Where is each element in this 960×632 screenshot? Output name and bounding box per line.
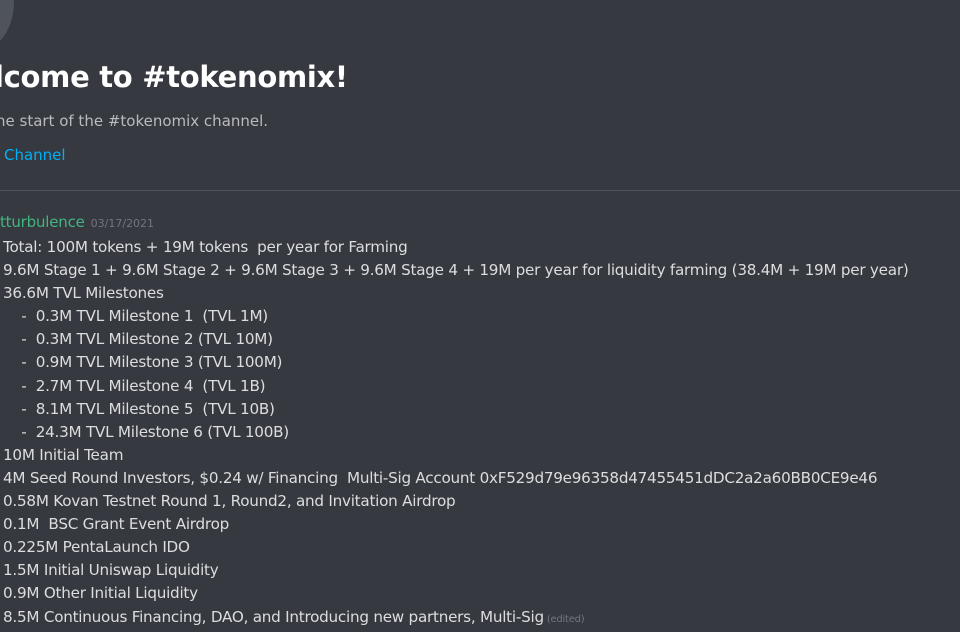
- message-line: 0.9M Other Initial Liquidity: [3, 584, 198, 603]
- welcome-subtitle: he start of the #tokenomix channel.: [0, 112, 269, 130]
- message-line: 1.5M Initial Uniswap Liquidity: [3, 561, 219, 580]
- message-line: 9.6M Stage 1 + 9.6M Stage 2 + 9.6M Stage…: [3, 261, 909, 280]
- message-line-text: 8.5M Continuous Financing, DAO, and Intr…: [3, 607, 544, 626]
- message-timestamp: 03/17/2021: [90, 217, 155, 230]
- message-line: 0.58M Kovan Testnet Round 1, Round2, and…: [3, 492, 456, 511]
- message-line: Total: 100M tokens + 19M tokens per year…: [3, 238, 408, 256]
- message-line: 4M Seed Round Investors, $0.24 w/ Financ…: [3, 468, 878, 487]
- message-line: - 0.3M TVL Milestone 1 (TVL 1M): [3, 307, 268, 326]
- divider: [0, 190, 960, 191]
- message-header: tturbulence 03/17/2021: [0, 212, 154, 231]
- message-content: Total: 100M tokens + 19M tokens per year…: [3, 236, 909, 629]
- edit-channel-link[interactable]: Channel: [4, 146, 66, 164]
- channel-icon-avatar: [0, 0, 14, 48]
- message-line: - 2.7M TVL Milestone 4 (TVL 1B): [3, 376, 266, 395]
- message-line: - 0.3M TVL Milestone 2 (TVL 10M): [3, 330, 273, 349]
- message-line: 0.225M PentaLaunch IDO: [3, 538, 190, 557]
- message-line-last: 8.5M Continuous Financing, DAO, and Intr…: [3, 606, 909, 629]
- message-line: 10M Initial Team: [3, 445, 124, 464]
- welcome-title: lcome to #tokenomix!: [0, 60, 348, 94]
- message-line: - 24.3M TVL Milestone 6 (TVL 100B): [3, 422, 289, 441]
- message-line: - 0.9M TVL Milestone 3 (TVL 100M): [3, 353, 283, 372]
- message-author[interactable]: tturbulence: [0, 213, 85, 231]
- message-line: 36.6M TVL Milestones: [3, 284, 164, 303]
- message-line: 0.1M BSC Grant Event Airdrop: [3, 515, 230, 534]
- message-line: - 8.1M TVL Milestone 5 (TVL 10B): [3, 399, 275, 418]
- edited-indicator: (edited): [546, 613, 585, 625]
